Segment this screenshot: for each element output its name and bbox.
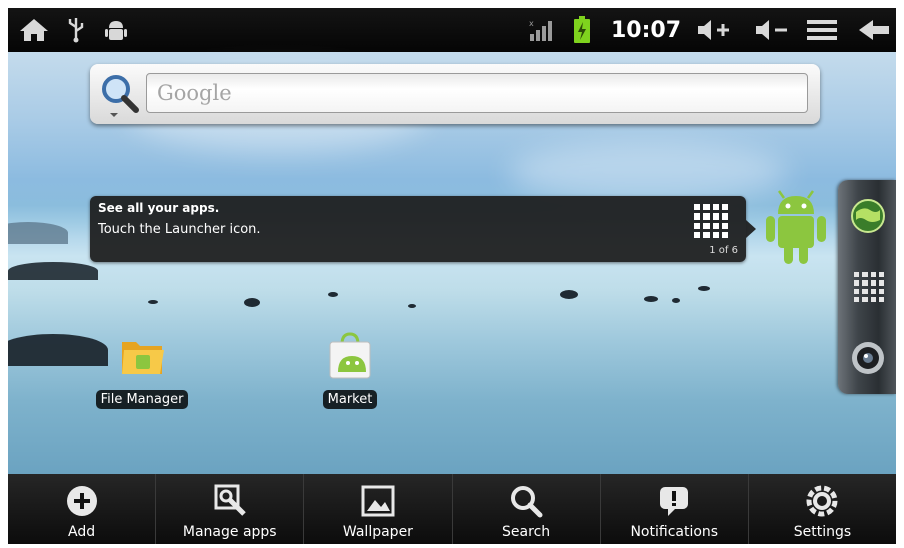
home-screen: x 10:07 Google See all your apps. Touch … <box>8 8 896 544</box>
google-search-widget[interactable]: Google <box>90 64 820 124</box>
menu-label: Wallpaper <box>342 524 413 540</box>
menu-icon[interactable] <box>804 8 840 52</box>
menu-label: Notifications <box>630 524 719 540</box>
menu-item-settings[interactable]: Settings <box>747 474 896 544</box>
tooltip-body: Touch the Launcher icon. <box>98 222 261 237</box>
battery-charging-icon <box>568 8 596 52</box>
search-icon[interactable] <box>98 72 142 117</box>
browser-globe-icon[interactable] <box>850 198 886 234</box>
menu-item-search[interactable]: Search <box>451 474 600 544</box>
volume-down-icon[interactable] <box>750 8 794 52</box>
add-icon <box>64 484 100 518</box>
status-bar: x 10:07 <box>8 8 896 52</box>
launcher-grid-icon <box>694 204 728 238</box>
android-mascot-icon <box>764 188 828 268</box>
folder-icon <box>118 332 166 380</box>
signal-icon: x <box>526 8 556 52</box>
app-market[interactable]: Market <box>306 332 394 409</box>
menu-label: Add <box>68 524 96 540</box>
menu-item-notifications[interactable]: Notifications <box>599 474 748 544</box>
back-icon[interactable] <box>854 8 894 52</box>
menu-item-manage-apps[interactable]: Manage apps <box>155 474 303 544</box>
tooltip-page-indicator: 1 of 6 <box>709 245 738 256</box>
volume-up-icon[interactable] <box>692 8 736 52</box>
manage-apps-icon <box>212 484 248 518</box>
market-icon <box>326 332 374 380</box>
search-input[interactable]: Google <box>146 73 808 113</box>
launcher-grid-icon[interactable] <box>854 272 884 302</box>
settings-icon <box>804 484 840 518</box>
search-placeholder: Google <box>157 81 232 105</box>
launcher-dock <box>838 180 896 394</box>
clock: 10:07 <box>610 17 682 43</box>
camera-icon[interactable] <box>850 340 886 376</box>
svg-text:x: x <box>529 19 534 28</box>
search-icon <box>508 484 544 518</box>
app-file-manager[interactable]: File Manager <box>94 332 190 409</box>
android-debug-icon <box>100 8 132 52</box>
launcher-hint-tooltip[interactable]: See all your apps. Touch the Launcher ic… <box>90 196 756 262</box>
usb-icon <box>62 8 90 52</box>
app-label: Market <box>322 390 378 409</box>
menu-item-add[interactable]: Add <box>8 474 155 544</box>
notifications-icon <box>656 484 692 518</box>
menu-item-wallpaper[interactable]: Wallpaper <box>303 474 451 544</box>
home-icon[interactable] <box>14 8 54 52</box>
app-label: File Manager <box>95 390 189 409</box>
wallpaper-icon <box>360 484 396 518</box>
menu-label: Manage apps <box>182 524 277 540</box>
menu-label: Search <box>502 524 551 540</box>
menu-label: Settings <box>793 524 852 540</box>
tooltip-title: See all your apps. <box>98 201 220 215</box>
options-menu: Add Manage apps Wallpaper Search Notific… <box>8 474 896 544</box>
